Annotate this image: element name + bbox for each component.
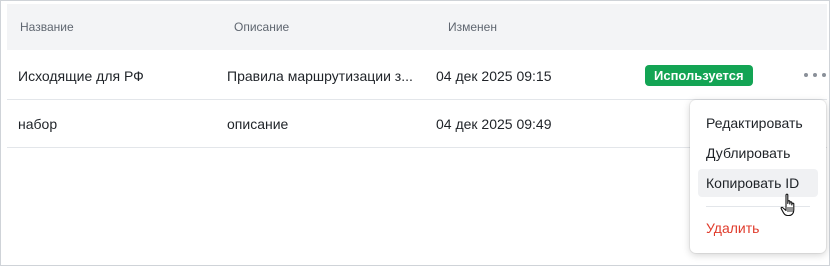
row-name: Исходящие для РФ — [18, 68, 144, 84]
column-header-description[interactable]: Описание — [234, 20, 289, 34]
menu-item-duplicate[interactable]: Дублировать — [698, 139, 818, 167]
column-header-name[interactable]: Название — [20, 20, 74, 34]
column-header-modified[interactable]: Изменен — [448, 20, 497, 34]
row-name: набор — [18, 116, 58, 132]
row-modified: 04 дек 2025 09:15 — [436, 68, 552, 84]
menu-item-edit[interactable]: Редактировать — [698, 109, 818, 137]
row-context-menu: Редактировать Дублировать Копировать ID … — [690, 100, 826, 253]
menu-item-delete[interactable]: Удалить — [698, 214, 818, 242]
row-description: описание — [227, 116, 289, 132]
row-modified: 04 дек 2025 09:49 — [436, 116, 552, 132]
menu-item-copy-id[interactable]: Копировать ID — [698, 169, 818, 197]
more-horizontal-icon[interactable] — [804, 69, 826, 81]
table-row[interactable]: Исходящие для РФ Правила маршрутизации з… — [7, 51, 827, 100]
row-description: Правила маршрутизации з... — [227, 68, 413, 84]
status-badge: Используется — [645, 65, 753, 86]
hand-pointer-icon — [780, 193, 795, 217]
table-header: Название Описание Изменен — [7, 4, 827, 50]
